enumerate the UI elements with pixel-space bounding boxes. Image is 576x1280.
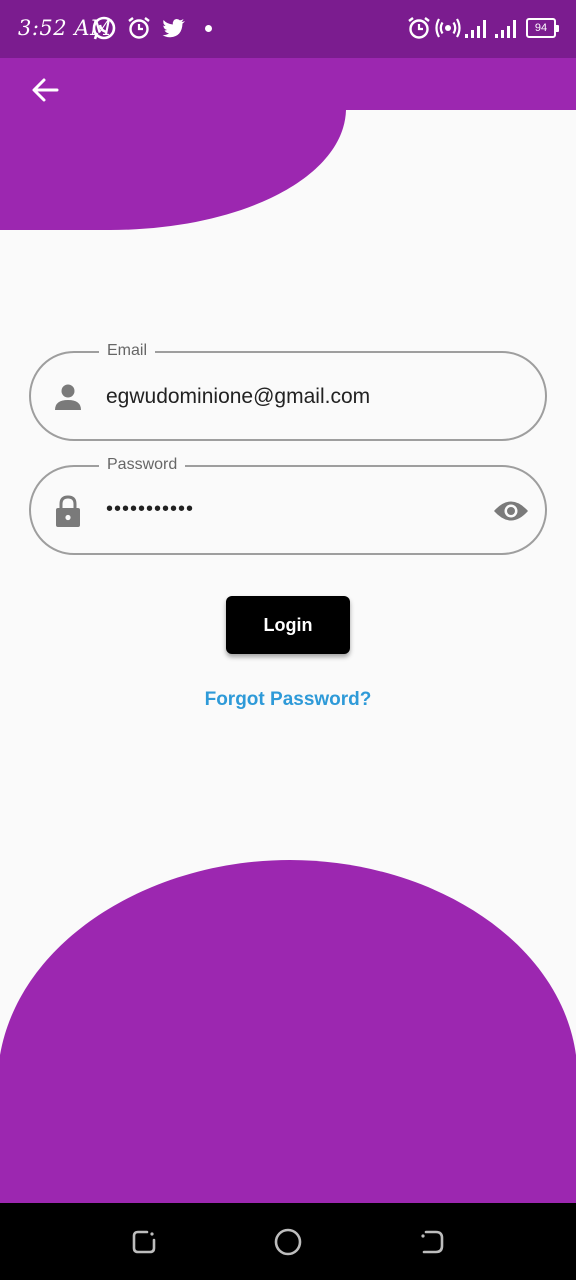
signal-icon	[492, 14, 522, 42]
eye-icon	[494, 501, 528, 521]
email-field[interactable]: Email egwudominione@gmail.com	[29, 340, 547, 441]
forgot-password-link[interactable]: Forgot Password?	[0, 689, 576, 711]
signal-icon	[462, 14, 492, 42]
login-screen: 3:52 AM 94 Email egwudominione@gmail.com…	[0, 0, 576, 1280]
home-button[interactable]	[271, 1225, 305, 1259]
twitter-icon	[160, 14, 188, 42]
alarm-icon	[125, 14, 153, 42]
recent-apps-icon	[132, 1230, 156, 1254]
back-button[interactable]	[22, 70, 68, 110]
status-bar: 3:52 AM 94	[0, 0, 576, 58]
arrow-left-icon	[32, 78, 59, 102]
lock-icon	[51, 494, 85, 528]
battery-icon: 94	[526, 18, 559, 38]
login-button[interactable]: Login	[226, 596, 350, 654]
whatsapp-icon	[90, 14, 118, 42]
alarm-icon	[405, 14, 433, 42]
password-field[interactable]: Password •••••••••••	[29, 454, 547, 555]
system-nav-bar	[0, 1203, 576, 1280]
person-icon	[51, 380, 85, 414]
hotspot-icon	[434, 14, 462, 42]
show-password-toggle[interactable]	[489, 491, 533, 531]
home-icon	[274, 1228, 302, 1256]
back-icon	[421, 1230, 444, 1254]
email-input[interactable]: egwudominione@gmail.com	[106, 383, 486, 411]
system-back-button[interactable]	[415, 1225, 449, 1259]
password-label: Password	[99, 454, 186, 476]
recent-apps-button[interactable]	[127, 1225, 161, 1259]
password-input[interactable]: •••••••••••	[106, 495, 486, 523]
email-label: Email	[99, 340, 156, 362]
notification-dot-icon	[205, 25, 212, 32]
footer-wave-shape	[0, 860, 576, 1204]
header-wave-shape	[0, 58, 576, 230]
